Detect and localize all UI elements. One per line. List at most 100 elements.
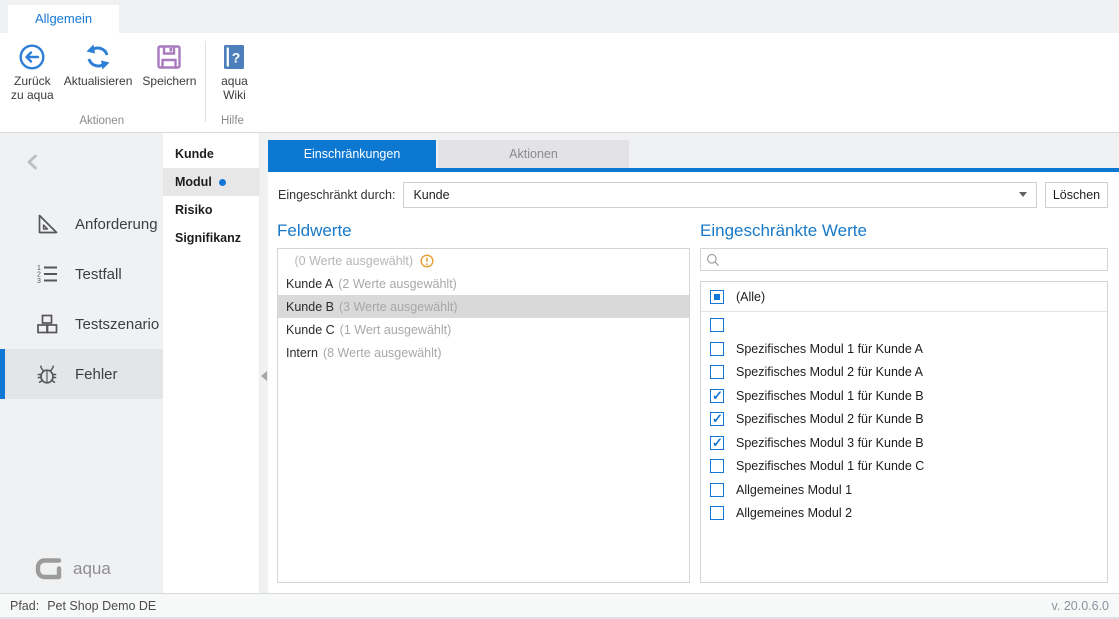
ribbon-tab-allgemein[interactable]: Allgemein bbox=[8, 5, 119, 33]
back-label-line1: Zurück bbox=[11, 74, 54, 88]
save-button[interactable]: Speichern bbox=[137, 36, 201, 90]
fieldnav-item-signifikanz[interactable]: Signifikanz bbox=[163, 224, 259, 252]
version-label: v. 20.0.6.0 bbox=[1052, 599, 1109, 613]
sidebar-item-fehler[interactable]: Fehler bbox=[0, 349, 163, 399]
back-icon bbox=[17, 42, 47, 72]
restricted-value-row[interactable]: Spezifisches Modul 1 für Kunde C bbox=[701, 455, 1107, 479]
refresh-button[interactable]: Aktualisieren bbox=[59, 36, 138, 90]
save-label: Speichern bbox=[142, 74, 196, 88]
checkbox[interactable] bbox=[710, 389, 724, 403]
ribbon-group-label-aktionen: Aktionen bbox=[0, 115, 203, 132]
restricted-value-row[interactable]: Allgemeines Modul 1 bbox=[701, 478, 1107, 502]
tab-einschraenkungen[interactable]: Einschränkungen bbox=[268, 140, 436, 168]
ribbon: Zurück zu aqua Aktualisieren bbox=[0, 33, 1119, 133]
tab-bar: Einschränkungen Aktionen bbox=[268, 133, 1119, 172]
field-values-section: Feldwerte (0 Werte ausgewählt) Kunde A bbox=[277, 221, 690, 583]
checkbox[interactable] bbox=[710, 290, 724, 304]
restricted-value-row[interactable]: Spezifisches Modul 2 für Kunde A bbox=[701, 361, 1107, 385]
field-value-row[interactable]: Kunde B (3 Werte ausgewählt) bbox=[278, 295, 689, 318]
wiki-label-line2: Wiki bbox=[221, 88, 248, 102]
restricted-value-row[interactable]: Spezifisches Modul 1 für Kunde B bbox=[701, 384, 1107, 408]
scenario-blocks-icon bbox=[34, 311, 60, 337]
sidebar: Anforderung 1 2 3 Testfall Testszenario bbox=[0, 133, 163, 593]
restricted-by-row: Eingeschränkt durch: Kunde Löschen bbox=[278, 181, 1108, 208]
list-divider bbox=[701, 311, 1107, 312]
restricted-value-row[interactable]: Spezifisches Modul 1 für Kunde A bbox=[701, 337, 1107, 361]
panel-splitter[interactable] bbox=[260, 133, 268, 593]
restricted-value-row[interactable]: Spezifisches Modul 2 für Kunde B bbox=[701, 408, 1107, 432]
aqua-logo-text: aqua bbox=[73, 559, 111, 579]
splitter-collapse-icon[interactable] bbox=[261, 371, 267, 381]
checkbox-label: Spezifisches Modul 3 für Kunde B bbox=[736, 436, 924, 450]
fieldnav-label: Modul bbox=[175, 175, 212, 189]
fieldnav-label: Signifikanz bbox=[175, 231, 241, 245]
field-value-count: (1 Wert ausgewählt) bbox=[340, 323, 452, 337]
chevron-down-icon bbox=[1019, 192, 1027, 197]
restricted-values-section: Eingeschränkte Werte (Alle) bbox=[700, 221, 1108, 583]
ribbon-tab-strip: Allgemein bbox=[0, 0, 1119, 33]
field-value-name: Kunde A bbox=[286, 277, 333, 291]
ribbon-group-aktionen: Zurück zu aqua Aktualisieren bbox=[0, 33, 203, 132]
ribbon-group-hilfe: ? aqua Wiki Hilfe bbox=[208, 33, 256, 132]
path-label: Pfad: bbox=[10, 599, 39, 613]
restricted-value-row[interactable]: Allgemeines Modul 2 bbox=[701, 502, 1107, 526]
sidebar-item-label: Testfall bbox=[75, 266, 122, 283]
tab-aktionen[interactable]: Aktionen bbox=[438, 140, 629, 168]
checkbox[interactable] bbox=[710, 318, 724, 332]
field-nav: Kunde Modul Risiko Signifikanz bbox=[163, 133, 260, 593]
field-value-row[interactable]: Kunde C (1 Wert ausgewählt) bbox=[278, 318, 689, 341]
aqua-wiki-button[interactable]: ? aqua Wiki bbox=[214, 36, 254, 104]
delete-button[interactable]: Löschen bbox=[1045, 182, 1108, 208]
field-value-name bbox=[286, 254, 289, 268]
checkbox-label: (Alle) bbox=[736, 290, 765, 304]
collapse-sidebar-icon[interactable] bbox=[24, 153, 42, 171]
restricted-value-row-alle[interactable]: (Alle) bbox=[701, 285, 1107, 309]
field-value-row[interactable]: Intern (8 Werte ausgewählt) bbox=[278, 341, 689, 364]
checkbox[interactable] bbox=[710, 459, 724, 473]
sidebar-item-label: Fehler bbox=[75, 366, 118, 383]
help-book-icon: ? bbox=[219, 42, 249, 72]
fieldnav-item-risiko[interactable]: Risiko bbox=[163, 196, 259, 224]
checkbox-label: Allgemeines Modul 2 bbox=[736, 506, 852, 520]
restricted-values-search[interactable] bbox=[700, 248, 1108, 271]
checkbox[interactable] bbox=[710, 365, 724, 379]
restricted-by-label: Eingeschränkt durch: bbox=[278, 188, 395, 202]
restricted-by-dropdown[interactable]: Kunde bbox=[403, 182, 1037, 208]
back-label-line2: zu aqua bbox=[11, 88, 54, 102]
checkbox-label: Spezifisches Modul 2 für Kunde A bbox=[736, 365, 923, 379]
restricted-value-row[interactable]: Spezifisches Modul 3 für Kunde B bbox=[701, 431, 1107, 455]
checkbox[interactable] bbox=[710, 436, 724, 450]
back-to-aqua-button[interactable]: Zurück zu aqua bbox=[6, 36, 59, 104]
requirement-icon bbox=[34, 211, 60, 237]
field-value-count: (3 Werte ausgewählt) bbox=[339, 300, 458, 314]
fieldnav-item-modul[interactable]: Modul bbox=[163, 168, 259, 196]
fieldnav-item-kunde[interactable]: Kunde bbox=[163, 140, 259, 168]
ribbon-group-label-hilfe: Hilfe bbox=[208, 115, 256, 132]
field-values-list: (0 Werte ausgewählt) Kunde A (2 Werte au… bbox=[277, 248, 690, 583]
field-value-name: Kunde C bbox=[286, 323, 335, 337]
field-value-row[interactable]: Kunde A (2 Werte ausgewählt) bbox=[278, 272, 689, 295]
restricted-values-title: Eingeschränkte Werte bbox=[700, 221, 1108, 241]
sidebar-item-testfall[interactable]: 1 2 3 Testfall bbox=[0, 249, 163, 299]
aqua-logo: aqua bbox=[34, 556, 111, 582]
restricted-by-value: Kunde bbox=[413, 188, 449, 202]
sidebar-item-testszenario[interactable]: Testszenario bbox=[0, 299, 163, 349]
field-value-row[interactable]: (0 Werte ausgewählt) bbox=[278, 249, 689, 272]
search-input[interactable] bbox=[724, 249, 1102, 270]
checkbox[interactable] bbox=[710, 412, 724, 426]
field-value-count: (0 Werte ausgewählt) bbox=[294, 254, 413, 268]
field-value-count: (2 Werte ausgewählt) bbox=[338, 277, 457, 291]
field-value-count: (8 Werte ausgewählt) bbox=[323, 346, 442, 360]
checkbox[interactable] bbox=[710, 342, 724, 356]
checkbox-label: Spezifisches Modul 2 für Kunde B bbox=[736, 412, 924, 426]
checkbox[interactable] bbox=[710, 506, 724, 520]
checkbox[interactable] bbox=[710, 483, 724, 497]
refresh-icon bbox=[83, 42, 113, 72]
field-value-name: Intern bbox=[286, 346, 318, 360]
field-value-name: Kunde B bbox=[286, 300, 334, 314]
sidebar-item-anforderung[interactable]: Anforderung bbox=[0, 199, 163, 249]
restricted-value-row[interactable] bbox=[701, 314, 1107, 338]
checkbox-label: Spezifisches Modul 1 für Kunde B bbox=[736, 389, 924, 403]
fieldnav-label: Kunde bbox=[175, 147, 214, 161]
save-icon bbox=[154, 42, 184, 72]
